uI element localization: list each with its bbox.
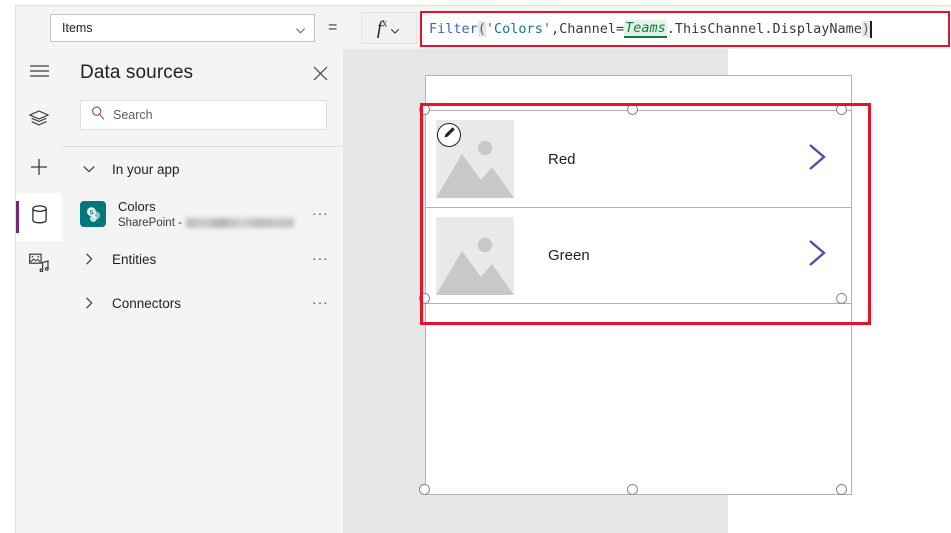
powerapps-studio: Items = fx Filter('Colors', Channel = Te… — [15, 5, 951, 533]
gallery-row-label: Green — [548, 247, 590, 264]
chevron-right-icon[interactable] — [80, 296, 98, 310]
screen-handle-bottom-left[interactable] — [419, 484, 430, 495]
screen-handle-bottom-right[interactable] — [836, 484, 847, 495]
fx-label: fx — [376, 17, 388, 39]
property-dropdown-value: Items — [62, 21, 93, 35]
group-label: Connectors — [112, 295, 182, 311]
formula-token-comma: , — [550, 21, 560, 37]
chevron-right-icon[interactable] — [805, 142, 829, 177]
resize-handle-bottom-right[interactable] — [836, 293, 847, 304]
redacted-account-email — [185, 218, 294, 228]
sidebar-item-tree-view[interactable] — [16, 97, 62, 145]
group-label: Entities — [112, 251, 157, 267]
pencil-icon — [443, 126, 456, 144]
group-header-in-your-app[interactable]: In your app — [62, 147, 343, 191]
chevron-right-icon[interactable] — [80, 252, 98, 266]
gallery-row[interactable]: Green — [426, 207, 851, 303]
gallery-row-label: Red — [548, 150, 576, 168]
resize-handle-bottom-left[interactable] — [419, 293, 430, 304]
list-item-texts: Colors SharePoint - — [118, 198, 312, 231]
list-item[interactable]: S Colors SharePoint - ... — [62, 191, 343, 237]
page-title: Data sources — [80, 62, 194, 83]
sidebar-item-insert[interactable] — [16, 145, 62, 193]
datasource-name: Colors — [118, 198, 156, 214]
fx-button[interactable]: fx — [361, 12, 417, 44]
overflow-menu-icon[interactable]: ... — [312, 202, 329, 226]
formula-bar[interactable]: Filter('Colors', Channel = Teams .ThisCha… — [420, 11, 950, 47]
close-icon[interactable] — [311, 64, 329, 82]
data-sources-panel: Data sources Search In your app S Colors… — [62, 49, 343, 533]
search-placeholder: Search — [113, 108, 153, 122]
panel-header: Data sources — [62, 49, 343, 97]
resize-handle-top-left[interactable] — [419, 104, 430, 115]
group-label: In your app — [112, 161, 180, 177]
text-caret — [870, 20, 872, 38]
formula-token-function: Filter — [429, 21, 478, 37]
chevron-down-icon — [390, 23, 401, 34]
menu-icon — [29, 64, 49, 83]
formula-token-tail: .ThisChannel.DisplayName — [666, 21, 862, 37]
formula-toolbar: Items = fx Filter('Colors', Channel = Te… — [15, 5, 951, 78]
media-icon — [29, 253, 49, 277]
svg-text:S: S — [89, 209, 94, 216]
formula-text[interactable]: Filter('Colors', Channel = Teams .ThisCha… — [422, 13, 948, 45]
search-input[interactable]: Search — [80, 100, 327, 130]
formula-token-close-paren: ) — [861, 21, 870, 37]
datasource-subtitle-prefix: SharePoint - — [118, 216, 182, 229]
group-header-entities[interactable]: Entities ... — [62, 237, 343, 281]
gallery-row[interactable]: Red — [426, 111, 851, 207]
screen-handle-bottom-center[interactable] — [627, 484, 638, 495]
equals-sign: = — [328, 19, 338, 36]
insert-icon — [30, 158, 48, 181]
datasource-subtitle: SharePoint - — [118, 216, 312, 231]
tree-view-icon — [28, 109, 50, 133]
sharepoint-icon: S — [80, 201, 106, 227]
gallery-control[interactable]: Red Green — [425, 110, 852, 304]
chevron-down-icon[interactable] — [80, 162, 98, 176]
formula-token-string: 'Colors' — [485, 21, 551, 37]
formula-token-open-paren: ( — [477, 21, 486, 37]
search-icon — [91, 106, 105, 125]
sidebar-item-data[interactable] — [16, 193, 62, 241]
image-placeholder-icon — [436, 216, 514, 295]
data-icon — [31, 205, 48, 229]
resize-handle-top-right[interactable] — [836, 104, 847, 115]
overflow-menu-icon[interactable]: ... — [312, 291, 329, 315]
group-header-connectors[interactable]: Connectors ... — [62, 281, 343, 325]
resize-handle-top-center[interactable] — [627, 104, 638, 115]
overflow-menu-icon[interactable]: ... — [312, 247, 329, 271]
chevron-right-icon[interactable] — [805, 238, 829, 273]
left-icon-rail — [15, 49, 62, 533]
formula-token-field: Channel — [559, 21, 616, 37]
property-dropdown[interactable]: Items — [50, 14, 315, 42]
edit-gallery-badge[interactable] — [437, 123, 461, 147]
formula-token-operator: = — [616, 21, 625, 37]
formula-token-teams: Teams — [624, 20, 667, 38]
sidebar-item-menu[interactable] — [16, 49, 62, 97]
chevron-down-icon — [295, 23, 306, 34]
sidebar-item-media[interactable] — [16, 241, 62, 289]
